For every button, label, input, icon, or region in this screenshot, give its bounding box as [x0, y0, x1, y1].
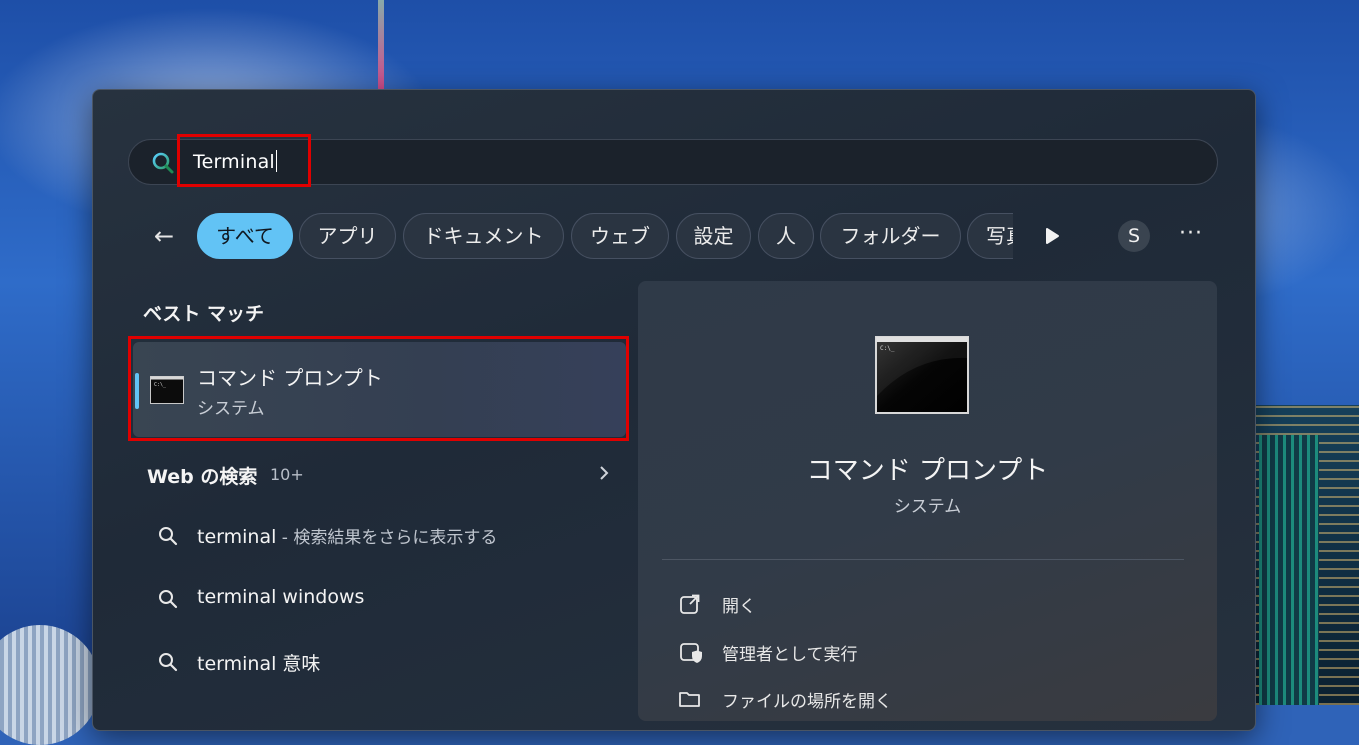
chip-people[interactable]: 人 — [758, 213, 814, 259]
chevron-right-icon[interactable] — [596, 461, 612, 485]
play-icon[interactable] — [1040, 224, 1064, 248]
detail-divider — [662, 559, 1184, 560]
action-open-file-location[interactable]: ファイルの場所を開く — [678, 684, 978, 714]
action-run-as-admin[interactable]: 管理者として実行 — [678, 637, 978, 667]
best-match-heading: ベスト マッチ — [143, 303, 264, 325]
avatar[interactable]: S — [1118, 220, 1150, 252]
chip-documents[interactable]: ドキュメント — [403, 213, 564, 259]
detail-app-type: システム — [893, 497, 962, 517]
suggestion-term: terminal windows — [197, 586, 365, 608]
filter-chips: すべて アプリ ドキュメント ウェブ 設定 人 フォルダー 写真 — [197, 213, 1013, 261]
chip-settings[interactable]: 設定 — [676, 213, 751, 259]
external-link-icon — [680, 594, 700, 614]
search-highlight-box — [177, 134, 311, 187]
web-search-heading[interactable]: Web の検索 — [147, 462, 257, 489]
chip-apps[interactable]: アプリ — [299, 213, 396, 259]
more-icon[interactable]: ··· — [1175, 220, 1207, 252]
chip-all[interactable]: すべて — [197, 213, 293, 259]
search-icon — [152, 152, 174, 174]
wallpaper-building-2 — [1259, 435, 1319, 705]
back-button[interactable]: ← — [147, 221, 181, 251]
action-open[interactable]: 開く — [678, 589, 978, 619]
wallpaper-tower — [378, 0, 384, 90]
command-prompt-icon: C:\_ — [875, 336, 969, 414]
chip-folders[interactable]: フォルダー — [820, 213, 961, 259]
svg-text:C:\_: C:\_ — [880, 345, 895, 352]
search-icon — [159, 590, 178, 609]
chip-photos[interactable]: 写真 — [967, 213, 1013, 259]
search-icon — [159, 653, 178, 672]
shield-icon — [680, 643, 702, 663]
suggestion-term: terminal 意味 — [197, 653, 321, 675]
action-label: 管理者として実行 — [722, 645, 858, 665]
detail-app-name: コマンド プロンプト — [806, 456, 1049, 486]
web-suggestion-1[interactable]: terminal - 検索結果をさらに表示する — [158, 521, 628, 551]
suggestion-suffix: - 検索結果をさらに表示する — [276, 528, 498, 548]
web-suggestion-2[interactable]: terminal windows — [158, 584, 628, 614]
web-suggestion-3[interactable]: terminal 意味 — [158, 647, 628, 677]
best-match-highlight-box — [128, 336, 629, 441]
web-search-count: 10+ — [270, 465, 304, 484]
action-label: 開く — [722, 597, 756, 617]
suggestion-term: terminal — [197, 526, 277, 548]
chip-web[interactable]: ウェブ — [571, 213, 669, 259]
search-icon — [159, 527, 178, 546]
folder-icon — [679, 692, 700, 707]
action-label: ファイルの場所を開く — [722, 692, 892, 712]
back-arrow-icon: ← — [153, 222, 175, 250]
